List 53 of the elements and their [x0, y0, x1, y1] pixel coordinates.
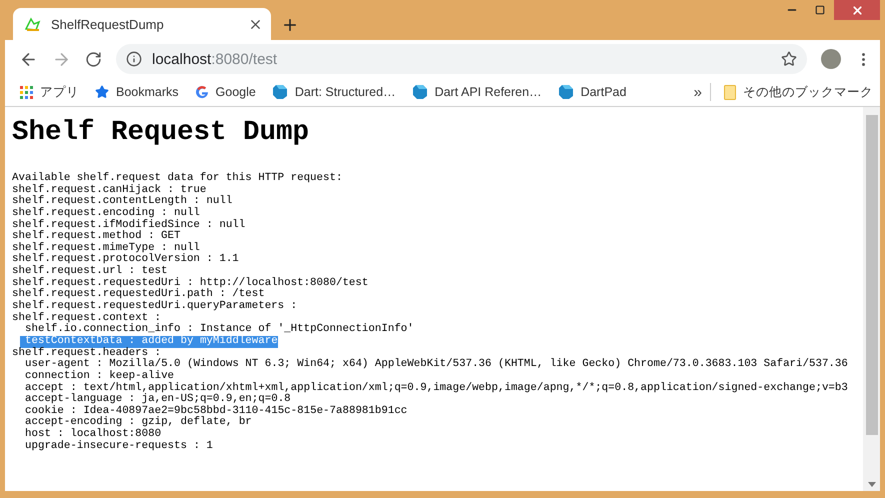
dump-line: cookie : Idea-40897ae2=9bc58bbd-3110-415c-815e-7a88981b91cc — [25, 406, 408, 417]
profile-avatar[interactable] — [821, 49, 841, 69]
dump-line: connection : keep-alive — [25, 370, 174, 382]
dump-line: shelf.request.method : GET — [12, 231, 180, 242]
dart-icon — [558, 84, 574, 100]
url-text: localhost:8080/test — [152, 50, 278, 68]
scrollbar[interactable] — [863, 107, 880, 491]
new-tab-icon[interactable] — [281, 16, 299, 34]
google-icon — [194, 85, 209, 99]
folder-icon — [724, 84, 736, 100]
dump-line: shelf.request.context : — [12, 312, 162, 324]
dump-line: shelf.request.contentLength : null — [12, 196, 232, 208]
dump-line: shelf.request.requestedUri : http://localhost:8080/test — [12, 278, 368, 289]
dump-line: shelf.request.canHijack : true — [12, 184, 206, 196]
dump-line: shelf.io.connection_info : Instance of '_HttpConnectionInfo' — [25, 324, 414, 336]
tab-title: ShelfRequestDump — [51, 16, 165, 32]
info-icon — [126, 51, 142, 67]
dump-line: shelf.request.encoding : null — [12, 208, 200, 219]
bookmark-star-icon[interactable] — [781, 51, 797, 67]
address-bar[interactable]: localhost:8080/test — [116, 44, 807, 74]
dump-line: shelf.request.requestedUri.queryParameters : — [12, 301, 298, 312]
bookmark-link[interactable]: Bookmarks — [92, 85, 182, 99]
dump-line: host : localhost:8080 — [25, 429, 162, 440]
bookmark-link[interactable]: アプリ — [17, 84, 82, 100]
dump-line: shelf.request.mimeType : null — [12, 242, 200, 254]
dart-icon — [412, 84, 428, 100]
bookmark-link[interactable]: Dart: Structured… — [268, 84, 399, 100]
dump-line: accept-encoding : gzip, deflate, br — [25, 417, 252, 428]
scroll-thumb[interactable] — [866, 115, 878, 435]
apps-grid-icon — [20, 86, 33, 98]
bookmark-link[interactable]: Dart API Referen… — [408, 84, 545, 100]
dump-line: accept : text/html,application/xhtml+xml,application/xml;q=0.9,image/webp,image/apng,*/*;q=0.8,application/signed-exchange;v=b3 — [25, 382, 848, 394]
dump-line: upgrade-insecure-requests : 1 — [25, 440, 213, 452]
close-window-icon[interactable] — [834, 0, 880, 20]
bookmark-link[interactable]: Google — [192, 85, 259, 99]
dump-line: shelf.request.ifModifiedSince : null — [12, 220, 246, 231]
dump-line: shelf.request.url : test — [12, 266, 168, 278]
overflow-chevron[interactable]: » — [688, 84, 708, 100]
star-icon — [95, 85, 109, 99]
dump-line: shelf.request.protocolVersion : 1.1 — [12, 254, 239, 266]
dart-icon — [272, 84, 288, 100]
page-heading: Shelf Request Dump — [12, 116, 310, 150]
reload-icon[interactable] — [85, 50, 102, 68]
scroll-down-icon[interactable] — [868, 482, 876, 487]
dump-line: shelf.request.requestedUri.path : /test — [12, 289, 265, 300]
browser-tab[interactable]: ShelfRequestDump — [13, 8, 271, 40]
bookmark-link[interactable]: DartPad — [554, 84, 630, 100]
dump-line: shelf.request.headers : — [12, 348, 162, 359]
dump-line: Available shelf.request data for this HTTP request: — [12, 173, 342, 184]
other-bookmarks-link[interactable]: その他のブックマーク — [721, 84, 876, 100]
dump-line: accept-language : ja,en-US;q=0.9,en;q=0.8 — [25, 394, 291, 406]
favicon-icon — [25, 17, 41, 31]
dump-line: user-agent : Mozilla/5.0 (Windows NT 6.3; Win64; x64) AppleWebKit/537.36 (KHTML, like Gecko) Chrome/73.0.3683.103 Safari/537.36 — [25, 359, 848, 370]
